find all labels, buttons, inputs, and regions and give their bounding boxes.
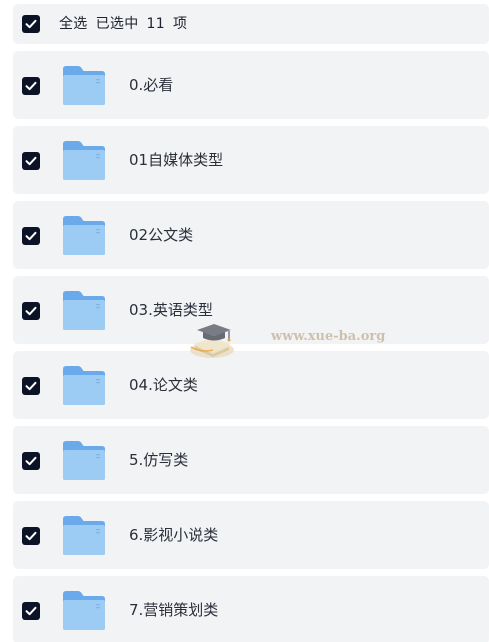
- checkmark-icon: [25, 231, 37, 241]
- folder-icon: [63, 516, 105, 555]
- row-checkbox[interactable]: [22, 302, 40, 320]
- row-checkbox[interactable]: [22, 602, 40, 620]
- selected-suffix: 项: [172, 16, 188, 32]
- folder-row[interactable]: 5.仿写类: [13, 426, 489, 494]
- folder-name[interactable]: 7.营销策划类: [129, 600, 218, 620]
- row-checkbox[interactable]: [22, 452, 40, 470]
- row-checkbox[interactable]: [22, 152, 40, 170]
- folder-icon: [63, 591, 105, 630]
- folder-icon: [63, 216, 105, 255]
- select-all-bar: 全选 已选中 11 项: [13, 4, 489, 44]
- folder-icon: [63, 291, 105, 330]
- checkmark-icon: [25, 306, 37, 316]
- row-checkbox[interactable]: [22, 527, 40, 545]
- checkmark-icon: [25, 606, 37, 616]
- folder-name[interactable]: 01自媒体类型: [129, 150, 223, 170]
- checkmark-icon: [25, 81, 37, 91]
- folder-icon: [63, 441, 105, 480]
- folder-name[interactable]: 04.论文类: [129, 375, 198, 395]
- folder-name[interactable]: 5.仿写类: [129, 450, 188, 470]
- folder-name[interactable]: 02公文类: [129, 225, 193, 245]
- checkmark-icon: [25, 456, 37, 466]
- folder-row[interactable]: 0.必看: [13, 51, 489, 119]
- checkmark-icon: [25, 19, 37, 29]
- file-selection-list: 全选 已选中 11 项 0.必看 01自媒体类型 02公文类 03.英语类型 0…: [0, 0, 489, 642]
- select-all-label[interactable]: 全选: [59, 16, 88, 32]
- select-all-checkbox[interactable]: [22, 15, 40, 33]
- folder-row[interactable]: 6.影视小说类: [13, 501, 489, 569]
- selection-summary: 全选 已选中 11 项: [59, 15, 187, 33]
- folder-row[interactable]: 03.英语类型: [13, 276, 489, 344]
- row-checkbox[interactable]: [22, 77, 40, 95]
- folder-icon: [63, 141, 105, 180]
- checkmark-icon: [25, 531, 37, 541]
- folder-row[interactable]: 04.论文类: [13, 351, 489, 419]
- selected-prefix: 已选中: [95, 16, 139, 32]
- folder-name[interactable]: 03.英语类型: [129, 300, 213, 320]
- checkmark-icon: [25, 156, 37, 166]
- folder-row[interactable]: 02公文类: [13, 201, 489, 269]
- row-checkbox[interactable]: [22, 227, 40, 245]
- row-checkbox[interactable]: [22, 377, 40, 395]
- folder-row[interactable]: 01自媒体类型: [13, 126, 489, 194]
- folder-icon: [63, 366, 105, 405]
- folder-name[interactable]: 6.影视小说类: [129, 525, 218, 545]
- checkmark-icon: [25, 381, 37, 391]
- selected-count: 11: [146, 16, 165, 32]
- folder-icon: [63, 66, 105, 105]
- folder-row[interactable]: 7.营销策划类: [13, 576, 489, 642]
- folder-name[interactable]: 0.必看: [129, 75, 173, 95]
